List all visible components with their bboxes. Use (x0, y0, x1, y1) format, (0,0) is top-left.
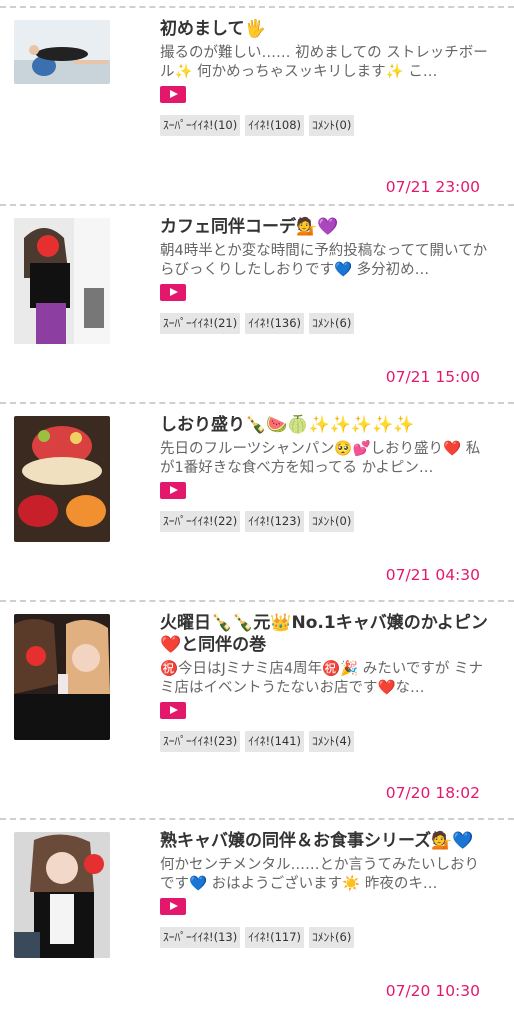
list-item[interactable]: カフェ同伴コーデ💁💜 朝4時半とか変な時間に予約投稿なってて開いてからびっくりし… (0, 204, 514, 402)
post-excerpt: 先日のフルーツシャンパン🥺💕しおり盛り❤️ 私が1番好きな食べ方を知ってる かよ… (160, 441, 481, 476)
post-thumbnail[interactable] (14, 20, 110, 84)
reaction-bar: ｽｰﾊﾟｰｲｲﾈ!(13) ｲｲﾈ!(117) ｺﾒﾝﾄ(6) (160, 927, 492, 948)
super-like-button[interactable]: ｽｰﾊﾟｰｲｲﾈ!(10) (160, 115, 241, 136)
post-excerpt: 朝4時半とか変な時間に予約投稿なってて開いてからびっくりしたしおりです💙 多分初… (160, 243, 488, 278)
like-button[interactable]: ｲｲﾈ!(136) (245, 313, 305, 334)
post-content: 熟キャバ嬢の同伴＆お食事シリーズ💁💙 何かセンチメンタル……とか言うてみたいしお… (160, 830, 492, 948)
reaction-bar: ｽｰﾊﾟｰｲｲﾈ!(10) ｲｲﾈ!(108) ｺﾒﾝﾄ(0) (160, 115, 492, 136)
reaction-bar: ｽｰﾊﾟｰｲｲﾈ!(23) ｲｲﾈ!(141) ｺﾒﾝﾄ(4) (160, 731, 492, 752)
play-icon[interactable] (160, 898, 186, 915)
reaction-bar: ｽｰﾊﾟｰｲｲﾈ!(22) ｲｲﾈ!(123) ｺﾒﾝﾄ(0) (160, 511, 492, 532)
play-icon[interactable] (160, 284, 186, 301)
post-date: 07/21 15:00 (385, 368, 480, 386)
post-content: 初めまして🖐 撮るのが難しい…… 初めましての ストレッチボール✨ 何かめっちゃ… (160, 18, 492, 136)
reaction-bar: ｽｰﾊﾟｰｲｲﾈ!(21) ｲｲﾈ!(136) ｺﾒﾝﾄ(6) (160, 313, 492, 334)
like-button[interactable]: ｲｲﾈ!(141) (245, 731, 305, 752)
play-icon[interactable] (160, 86, 186, 103)
post-thumbnail[interactable] (14, 614, 110, 740)
like-button[interactable]: ｲｲﾈ!(123) (245, 511, 305, 532)
list-item[interactable]: 熟キャバ嬢の同伴＆お食事シリーズ💁💙 何かセンチメンタル……とか言うてみたいしお… (0, 818, 514, 1016)
blog-feed: 初めまして🖐 撮るのが難しい…… 初めましての ストレッチボール✨ 何かめっちゃ… (0, 6, 514, 1016)
list-item[interactable]: 初めまして🖐 撮るのが難しい…… 初めましての ストレッチボール✨ 何かめっちゃ… (0, 6, 514, 204)
comment-button[interactable]: ｺﾒﾝﾄ(0) (309, 115, 355, 136)
comment-button[interactable]: ｺﾒﾝﾄ(4) (309, 731, 355, 752)
post-excerpt: 何かセンチメンタル……とか言うてみたいしおりです💙 おはようございます☀️ 昨夜… (160, 857, 479, 892)
post-content: 火曜日🍾🍾元👑No.1キャバ嬢のかよピン❤️と同伴の巻 ㊗️今日はJミナミ店4周… (160, 612, 492, 752)
like-button[interactable]: ｲｲﾈ!(117) (245, 927, 305, 948)
post-date: 07/20 10:30 (385, 982, 480, 1000)
comment-button[interactable]: ｺﾒﾝﾄ(0) (309, 511, 355, 532)
post-title[interactable]: 火曜日🍾🍾元👑No.1キャバ嬢のかよピン❤️と同伴の巻 (160, 612, 492, 656)
post-content: しおり盛り🍾🍉🍈✨✨✨✨✨ 先日のフルーツシャンパン🥺💕しおり盛り❤️ 私が1番… (160, 414, 492, 532)
post-title[interactable]: しおり盛り🍾🍉🍈✨✨✨✨✨ (160, 414, 492, 436)
post-excerpt: 撮るのが難しい…… 初めましての ストレッチボール✨ 何かめっちゃスッキリします… (160, 45, 488, 80)
play-icon[interactable] (160, 702, 186, 719)
post-content: カフェ同伴コーデ💁💜 朝4時半とか変な時間に予約投稿なってて開いてからびっくりし… (160, 216, 492, 334)
super-like-button[interactable]: ｽｰﾊﾟｰｲｲﾈ!(22) (160, 511, 241, 532)
super-like-button[interactable]: ｽｰﾊﾟｰｲｲﾈ!(13) (160, 927, 241, 948)
post-title[interactable]: 熟キャバ嬢の同伴＆お食事シリーズ💁💙 (160, 830, 492, 852)
post-title[interactable]: カフェ同伴コーデ💁💜 (160, 216, 492, 238)
comment-button[interactable]: ｺﾒﾝﾄ(6) (309, 927, 355, 948)
post-thumbnail[interactable] (14, 218, 110, 344)
super-like-button[interactable]: ｽｰﾊﾟｰｲｲﾈ!(23) (160, 731, 241, 752)
post-title[interactable]: 初めまして🖐 (160, 18, 492, 40)
post-thumbnail[interactable] (14, 832, 110, 958)
list-item[interactable]: しおり盛り🍾🍉🍈✨✨✨✨✨ 先日のフルーツシャンパン🥺💕しおり盛り❤️ 私が1番… (0, 402, 514, 600)
post-excerpt: ㊗️今日はJミナミ店4周年㊗️🎉 みたいですが ミナミ店はイベントうたないお店で… (160, 661, 483, 696)
list-item[interactable]: 火曜日🍾🍾元👑No.1キャバ嬢のかよピン❤️と同伴の巻 ㊗️今日はJミナミ店4周… (0, 600, 514, 818)
post-date: 07/20 18:02 (385, 784, 480, 802)
like-button[interactable]: ｲｲﾈ!(108) (245, 115, 305, 136)
play-icon[interactable] (160, 482, 186, 499)
post-thumbnail[interactable] (14, 416, 110, 542)
super-like-button[interactable]: ｽｰﾊﾟｰｲｲﾈ!(21) (160, 313, 241, 334)
post-date: 07/21 23:00 (385, 178, 480, 196)
comment-button[interactable]: ｺﾒﾝﾄ(6) (309, 313, 355, 334)
post-date: 07/21 04:30 (385, 566, 480, 584)
